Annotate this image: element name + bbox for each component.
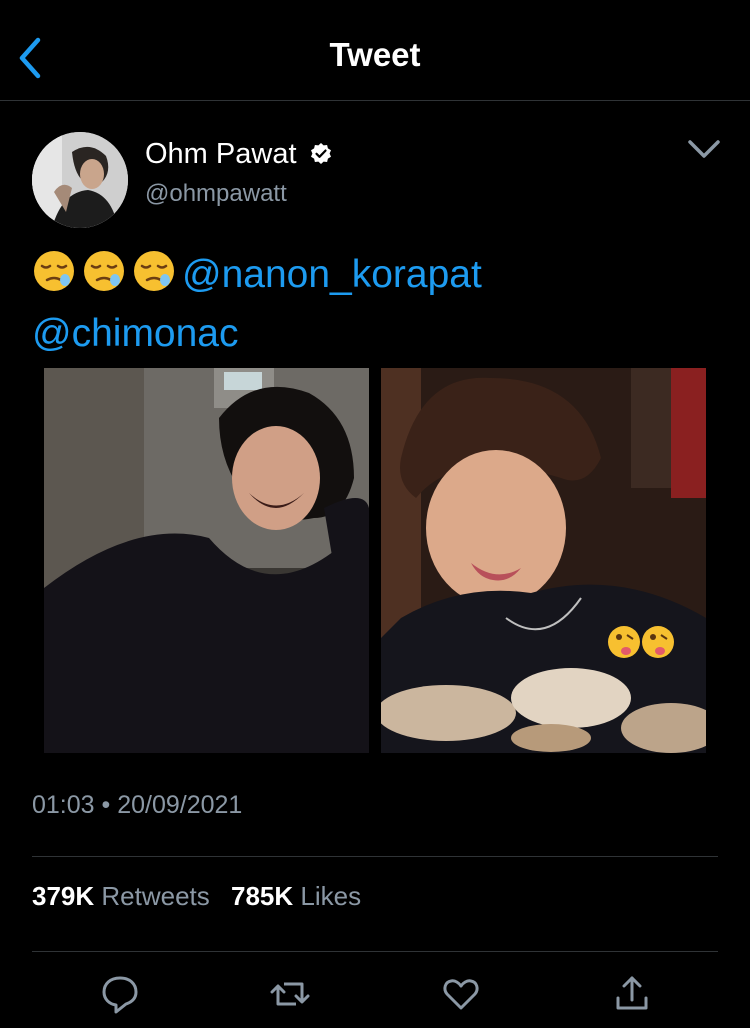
top-nav-bar: Tweet (0, 0, 750, 101)
author-display-name[interactable]: Ohm Pawat (145, 138, 297, 171)
retweets-count: 379K (32, 881, 95, 911)
chevron-down-icon (688, 140, 720, 158)
retweet-button[interactable] (270, 972, 310, 1016)
tweet-timestamp: 01:03 • 20/09/2021 (32, 791, 243, 819)
retweet-icon (270, 982, 310, 1006)
emoji-group (32, 249, 182, 307)
author-handle[interactable]: @ohmpawatt (145, 180, 287, 208)
tweet-actions (0, 972, 750, 1020)
share-icon (616, 976, 648, 1010)
page-title: Tweet (329, 36, 421, 73)
share-button[interactable] (612, 972, 652, 1016)
heart-icon (443, 979, 479, 1010)
like-button[interactable] (441, 972, 481, 1016)
photo-laughing-man (44, 368, 369, 753)
avatar-image (32, 132, 128, 228)
divider (32, 856, 718, 857)
mention-link[interactable]: @chimonac (32, 312, 239, 355)
tweet-stats: 379K Retweets 785K Likes (32, 881, 375, 912)
avatar[interactable] (32, 132, 128, 228)
reply-icon (102, 976, 138, 1014)
tweet-text: @nanon_korapat @chimonac (32, 248, 722, 360)
reply-button[interactable] (100, 972, 140, 1016)
sleepy-face-icon (134, 251, 174, 291)
divider (32, 951, 718, 952)
likes-stat[interactable]: 785K Likes (231, 881, 361, 911)
verified-badge-icon (311, 143, 331, 164)
mention-link[interactable]: @nanon_korapat (182, 253, 482, 296)
more-options-button[interactable] (686, 136, 722, 162)
photo-man-with-scallops (381, 368, 706, 753)
retweets-stat[interactable]: 379K Retweets (32, 881, 210, 911)
tweet-photo-right[interactable] (381, 368, 706, 753)
sleepy-face-icon (84, 251, 124, 291)
likes-label: Likes (300, 881, 362, 911)
sleepy-face-icon (34, 251, 74, 291)
tweet-photo-left[interactable] (44, 368, 369, 753)
likes-count: 785K (231, 881, 294, 911)
retweets-label: Retweets (101, 881, 210, 911)
